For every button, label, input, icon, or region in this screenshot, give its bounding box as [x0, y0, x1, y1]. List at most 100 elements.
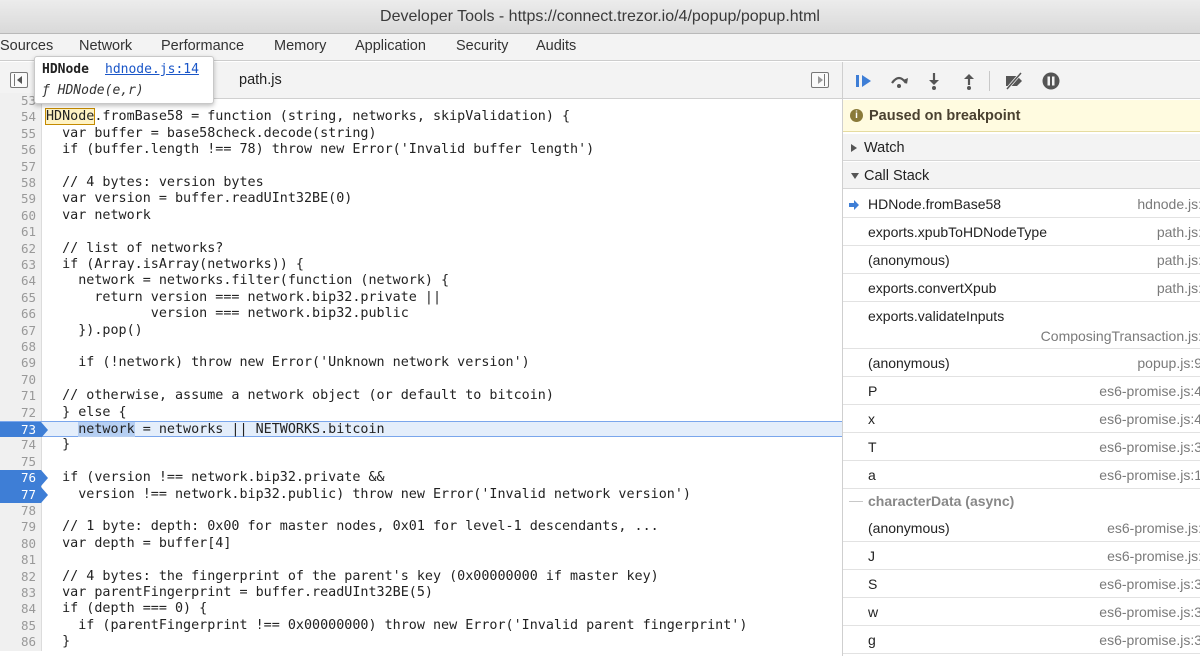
- toggle-navigator-icon[interactable]: [10, 72, 28, 88]
- code-area[interactable]: 53 54 HDNode.fromBase58 = function (string…: [0, 93, 842, 656]
- call-frame[interactable]: a es6-promise.js:1: [843, 461, 1200, 489]
- call-frame[interactable]: (anonymous) path.js:: [843, 246, 1200, 274]
- collapse-triangle-icon: [851, 173, 859, 179]
- code-text: var parentFingerprint = buffer.readUInt3…: [46, 585, 433, 600]
- frame-function-name: J: [868, 548, 875, 564]
- line-number[interactable]: 86: [0, 634, 42, 651]
- frame-location: es6-promise.js:3: [1099, 576, 1200, 592]
- call-frame[interactable]: Tes6-promise.js:3: [843, 433, 1200, 461]
- deactivate-breakpoints-icon[interactable]: [1003, 71, 1025, 91]
- line-number[interactable]: 80: [0, 535, 42, 553]
- line-number[interactable]: 67: [0, 322, 42, 339]
- call-frame[interactable]: g es6-promise.js:3: [843, 626, 1200, 654]
- line-number[interactable]: 57: [0, 158, 42, 175]
- line-number[interactable]: 71: [0, 388, 42, 405]
- code-line: 67 }).pop(): [0, 322, 842, 339]
- tab-performance[interactable]: Performance: [161, 38, 244, 54]
- frame-location: es6-promise.js:: [1107, 548, 1200, 564]
- call-frame[interactable]: (anonymous) popup.js:9: [843, 349, 1200, 377]
- debugger-sidebar: i Paused on breakpoint Watch Call Stack …: [843, 62, 1200, 656]
- tab-sources[interactable]: Sources: [0, 38, 53, 54]
- frame-location: popup.js:9: [1137, 355, 1200, 371]
- pause-on-exceptions-icon[interactable]: [1040, 71, 1062, 91]
- line-number[interactable]: 58: [0, 175, 42, 192]
- breakpoint-marker[interactable]: 77: [0, 486, 48, 503]
- resume-icon[interactable]: [853, 71, 875, 91]
- breakpoint-marker[interactable]: 73: [0, 422, 48, 439]
- code-text: if (parentFingerprint !== 0x00000000) th…: [46, 617, 748, 633]
- current-frame-arrow-icon: [849, 200, 859, 210]
- code-text: network = networks || NETWORKS.bitcoin: [78, 422, 385, 437]
- line-number[interactable]: 75: [0, 453, 42, 471]
- toolbar-separator: [989, 71, 990, 91]
- editor-file-tab[interactable]: path.js: [239, 72, 282, 88]
- code-text: if (!network) throw new Error('Unknown n…: [46, 355, 530, 371]
- step-out-icon[interactable]: [958, 71, 980, 91]
- line-number[interactable]: 68: [0, 339, 42, 356]
- hovered-token: HDNode: [44, 108, 96, 126]
- call-frame[interactable]: Jes6-promise.js:: [843, 542, 1200, 570]
- code-text: // list of networks?: [46, 240, 224, 256]
- tab-application[interactable]: Application: [355, 38, 426, 54]
- toggle-debugger-icon[interactable]: [811, 72, 829, 88]
- call-frame[interactable]: Pes6-promise.js:4: [843, 377, 1200, 405]
- line-number[interactable]: 55: [0, 125, 42, 143]
- code-text: // 4 bytes: version bytes: [46, 175, 264, 190]
- line-number[interactable]: 70: [0, 371, 42, 389]
- line-number[interactable]: 85: [0, 617, 42, 635]
- frame-function-name: g: [868, 632, 876, 648]
- line-number[interactable]: 65: [0, 289, 42, 307]
- code-text: var version = buffer.readUInt32BE(0): [46, 191, 353, 207]
- line-number[interactable]: 79: [0, 519, 42, 536]
- code-text: var network: [46, 207, 151, 223]
- line-number[interactable]: 74: [0, 437, 42, 454]
- breakpoint-marker[interactable]: 76: [0, 470, 48, 487]
- line-number[interactable]: 66: [0, 306, 42, 323]
- watch-section-header[interactable]: Watch: [843, 134, 1200, 161]
- code-line: 56 if (buffer.length !== 78) throw new E…: [0, 142, 842, 159]
- frame-location: ComposingTransaction.js:: [1040, 328, 1200, 344]
- callstack-section-header[interactable]: Call Stack: [843, 162, 1200, 189]
- line-number[interactable]: 59: [0, 191, 42, 208]
- code-line: 77 version !== network.bip32.public) thr…: [0, 486, 842, 503]
- call-frame[interactable]: exports.convertXpub path.js:: [843, 274, 1200, 302]
- frame-location: es6-promise.js:4: [1099, 383, 1200, 399]
- line-number[interactable]: 83: [0, 585, 42, 602]
- tab-audits[interactable]: Audits: [536, 38, 576, 54]
- line-number[interactable]: 64: [0, 273, 42, 290]
- call-frame[interactable]: Ses6-promise.js:3: [843, 570, 1200, 598]
- line-number[interactable]: 69: [0, 355, 42, 372]
- line-number[interactable]: 54: [0, 109, 42, 126]
- call-frame[interactable]: x es6-promise.js:4: [843, 405, 1200, 433]
- async-label: characterData (async): [868, 493, 1015, 509]
- line-number[interactable]: 82: [0, 568, 42, 585]
- frame-function-name: (anonymous): [868, 355, 950, 371]
- line-number[interactable]: 84: [0, 601, 42, 618]
- call-frame[interactable]: exports.validateInputs ComposingTransacti…: [843, 302, 1200, 349]
- line-number[interactable]: 78: [0, 503, 42, 520]
- code-text: // otherwise, assume a network object (o…: [46, 388, 554, 404]
- line-number[interactable]: 56: [0, 142, 42, 159]
- tab-network[interactable]: Network: [79, 38, 132, 54]
- tab-security[interactable]: Security: [456, 38, 508, 54]
- code-text: }).pop(): [46, 322, 143, 338]
- step-over-icon[interactable]: [888, 71, 910, 91]
- tooltip-source-link[interactable]: hdnode.js:14: [105, 62, 199, 77]
- tab-memory[interactable]: Memory: [274, 38, 326, 54]
- step-into-icon[interactable]: [923, 71, 945, 91]
- call-frame[interactable]: HDNode.fromBase58 hdnode.js:: [843, 190, 1200, 218]
- line-number[interactable]: 81: [0, 552, 42, 569]
- line-number[interactable]: 61: [0, 224, 42, 241]
- line-number[interactable]: 62: [0, 240, 42, 257]
- code-line: 55 var buffer = base58check.decode(strin…: [0, 125, 842, 143]
- call-frame[interactable]: w es6-promise.js:3: [843, 598, 1200, 626]
- code-text: network = networks.filter(function (netw…: [46, 273, 450, 289]
- frame-function-name: a: [868, 467, 876, 483]
- line-number[interactable]: 72: [0, 404, 42, 421]
- call-frame[interactable]: exports.xpubToHDNodeType path.js:: [843, 218, 1200, 246]
- window-titlebar: Developer Tools - https://connect.trezor…: [0, 0, 1200, 34]
- line-number[interactable]: 63: [0, 257, 42, 274]
- call-frame[interactable]: (anonymous) es6-promise.js:: [843, 514, 1200, 542]
- code-line: 83 var parentFingerprint = buffer.readUI…: [0, 585, 842, 602]
- line-number[interactable]: 60: [0, 207, 42, 225]
